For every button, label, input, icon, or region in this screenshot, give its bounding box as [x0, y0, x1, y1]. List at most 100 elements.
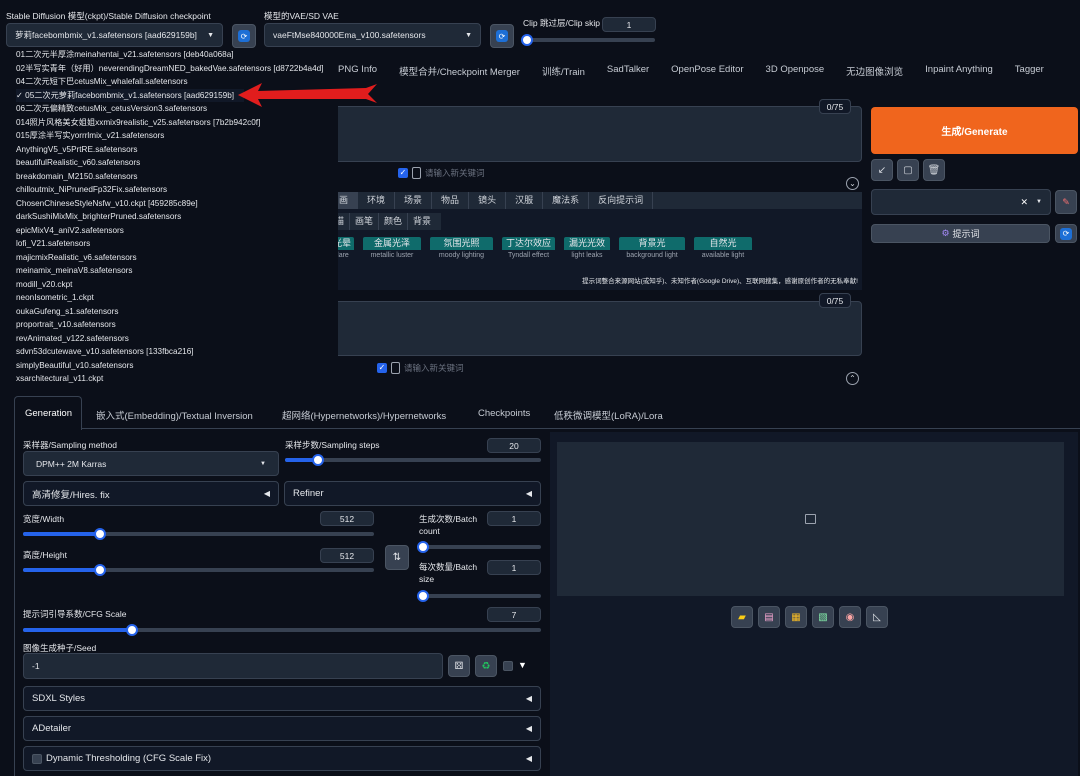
keyword-input-box[interactable]: [412, 167, 421, 179]
tab-png-info[interactable]: PNG Info: [338, 64, 377, 78]
refiner-accordion[interactable]: Refiner ◀: [284, 481, 541, 506]
seed-input[interactable]: -1: [23, 653, 443, 679]
random-seed-button[interactable]: ⚄: [448, 655, 470, 677]
tab-openpose-editor[interactable]: OpenPose Editor: [671, 64, 743, 78]
checkpoint-option[interactable]: 014照片风格美女姐姐xxmix9realistic_v25.safetenso…: [16, 116, 338, 130]
paste-params-icon[interactable]: ↙: [871, 159, 893, 181]
prompt-helper-button[interactable]: ⚙ 提示词: [871, 224, 1050, 243]
checkpoint-option[interactable]: epicMixV4_aniV2.safetensors: [16, 224, 338, 238]
category-tab-camera[interactable]: 镜头: [469, 192, 507, 209]
height-input[interactable]: 512: [320, 548, 374, 563]
send-to-img2img-icon[interactable]: ▧: [812, 606, 834, 628]
prompt-chip[interactable]: 漏光光效 light leaks: [564, 237, 610, 262]
prompt-chip[interactable]: 背景光 background light: [619, 237, 685, 262]
expand-triangle-icon[interactable]: ▼: [518, 660, 527, 670]
prompt-chip[interactable]: 氛围光照 moody lighting: [430, 237, 493, 262]
tab-train[interactable]: 训练/Train: [542, 64, 585, 78]
tab-generation[interactable]: Generation: [25, 408, 96, 422]
tab-3d-openpose[interactable]: 3D Openpose: [766, 64, 825, 78]
zip-icon[interactable]: ▦: [785, 606, 807, 628]
batch-size-input[interactable]: 1: [487, 560, 541, 575]
checkpoint-option[interactable]: 01二次元半厚涂meinahentai_v21.safetensors [deb…: [16, 48, 338, 62]
checkpoint-option[interactable]: xsarchitectural_v11.ckpt: [16, 372, 338, 386]
extra-seed-checkbox[interactable]: [503, 661, 513, 671]
prompt-chip[interactable]: 金属光泽 metallic luster: [363, 237, 421, 262]
steps-slider[interactable]: [285, 454, 541, 466]
save-icon[interactable]: ▤: [758, 606, 780, 628]
category-tab-items[interactable]: 物品: [432, 192, 470, 209]
checkpoint-option[interactable]: ChosenChineseStyleNsfw_v10.ckpt [459285c…: [16, 197, 338, 211]
batch-count-input[interactable]: 1: [487, 511, 541, 526]
checkpoint-select[interactable]: 萝莉facebombmix_v1.safetensors [aad629159b…: [6, 23, 223, 47]
clear-x-icon[interactable]: ✕: [1021, 197, 1029, 208]
edit-styles-button[interactable]: ✎: [1055, 190, 1077, 214]
keyword-input-box[interactable]: [391, 362, 400, 374]
steps-slider-knob[interactable]: [312, 454, 325, 466]
cfg-slider-knob[interactable]: [125, 624, 138, 636]
refresh-vae-button[interactable]: ⟳: [490, 24, 514, 48]
hires-fix-accordion[interactable]: 高清修复/Hires. fix ◀: [23, 481, 279, 506]
checkpoint-option[interactable]: darkSushiMixMix_brighterPruned.safetenso…: [16, 210, 338, 224]
batch-size-slider[interactable]: [417, 590, 541, 602]
negative-prompt-textarea[interactable]: [300, 301, 862, 356]
checkpoint-option[interactable]: oukaGufeng_s1.safetensors: [16, 305, 338, 319]
batch-count-slider[interactable]: [417, 541, 541, 553]
prompt-chip[interactable]: 自然光 available light: [694, 237, 752, 262]
clip-skip-input[interactable]: 1: [602, 17, 656, 32]
styles-select[interactable]: ✕ ▼: [871, 189, 1051, 215]
tab-checkpoint-merger[interactable]: 模型合并/Checkpoint Merger: [399, 64, 520, 78]
tab-inpaint-anything[interactable]: Inpaint Anything: [925, 64, 993, 78]
send-to-extras-icon[interactable]: ◺: [866, 606, 888, 628]
prompt-chip[interactable]: 丁达尔效应 Tyndall effect: [502, 237, 555, 262]
subcategory-tab-background[interactable]: 背景: [408, 213, 436, 230]
refresh-checkpoint-button[interactable]: ⟳: [232, 24, 256, 48]
batch-size-slider-knob[interactable]: [417, 590, 429, 602]
width-slider[interactable]: [23, 528, 374, 540]
subcategory-tab-brush[interactable]: 画笔: [350, 213, 380, 230]
checkpoint-option[interactable]: majicmixRealistic_v6.safetensors: [16, 251, 338, 265]
checkpoint-option[interactable]: AnythingV5_v5PrtRE.safetensors: [16, 143, 338, 157]
category-tab-negative[interactable]: 反向提示词: [589, 192, 654, 209]
checkpoint-option[interactable]: modill_v20.ckpt: [16, 278, 338, 292]
send-to-inpaint-icon[interactable]: ◉: [839, 606, 861, 628]
category-tab-magic[interactable]: 魔法系: [543, 192, 590, 209]
expand-icon[interactable]: ⌃: [846, 372, 859, 385]
tab-checkpoints[interactable]: Checkpoints: [478, 408, 554, 422]
trash-icon[interactable]: 🗑: [923, 159, 945, 181]
refresh-button[interactable]: ⟳: [1055, 224, 1077, 243]
checkbox-checked-icon[interactable]: ✓: [377, 363, 387, 373]
cfg-slider[interactable]: [23, 624, 541, 636]
width-input[interactable]: 512: [320, 511, 374, 526]
prompt-textarea[interactable]: [300, 106, 862, 162]
dynamic-thresholding-checkbox[interactable]: [32, 753, 42, 764]
tab-lora[interactable]: 低秩微调模型(LoRA)/Lora: [554, 408, 663, 422]
category-tab-scene[interactable]: 场景: [395, 192, 433, 209]
subcategory-tab-color[interactable]: 颜色: [379, 213, 409, 230]
sdxl-styles-accordion[interactable]: SDXL Styles ◀: [23, 686, 541, 711]
checkpoint-option[interactable]: chilloutmix_NiPrunedFp32Fix.safetensors: [16, 183, 338, 197]
clip-skip-slider-knob[interactable]: [521, 34, 533, 46]
checkbox-checked-icon[interactable]: ✓: [398, 168, 408, 178]
vae-select[interactable]: vaeFtMse840000Ema_v100.safetensors ▼: [264, 23, 481, 47]
swap-dimensions-button[interactable]: ⇅: [385, 545, 409, 570]
checkpoint-option[interactable]: meinamix_meinaV8.safetensors: [16, 264, 338, 278]
checkpoint-option[interactable]: sdvn53dcutewave_v10.safetensors [133fbca…: [16, 345, 338, 359]
adetailer-accordion[interactable]: ADetailer ◀: [23, 716, 541, 741]
clip-skip-slider[interactable]: [521, 34, 655, 46]
checkpoint-option[interactable]: neonIsometric_1.ckpt: [16, 291, 338, 305]
tab-sadtalker[interactable]: SadTalker: [607, 64, 649, 78]
checkpoint-option[interactable]: ✓ 05二次元萝莉facebombmix_v1.safetensors [aad…: [16, 88, 244, 102]
dynamic-thresholding-accordion[interactable]: Dynamic Thresholding (CFG Scale Fix) ◀: [23, 746, 541, 771]
height-slider[interactable]: [23, 564, 374, 576]
checkpoint-option[interactable]: proportrait_v10.safetensors: [16, 318, 338, 332]
width-slider-knob[interactable]: [94, 528, 107, 540]
collapse-icon[interactable]: ⌄: [846, 177, 859, 190]
category-tab-environment[interactable]: 环境: [358, 192, 396, 209]
category-tab-hanfu[interactable]: 汉服: [506, 192, 544, 209]
height-slider-knob[interactable]: [94, 564, 107, 576]
cfg-input[interactable]: 7: [487, 607, 541, 622]
tab-hypernetworks[interactable]: 超网络(Hypernetworks)/Hypernetworks: [282, 408, 478, 422]
checkpoint-option[interactable]: breakdomain_M2150.safetensors: [16, 170, 338, 184]
checkpoint-option[interactable]: 015厚涂半写实yorrrlmix_v21.safetensors: [16, 129, 338, 143]
folder-icon[interactable]: ▰: [731, 606, 753, 628]
